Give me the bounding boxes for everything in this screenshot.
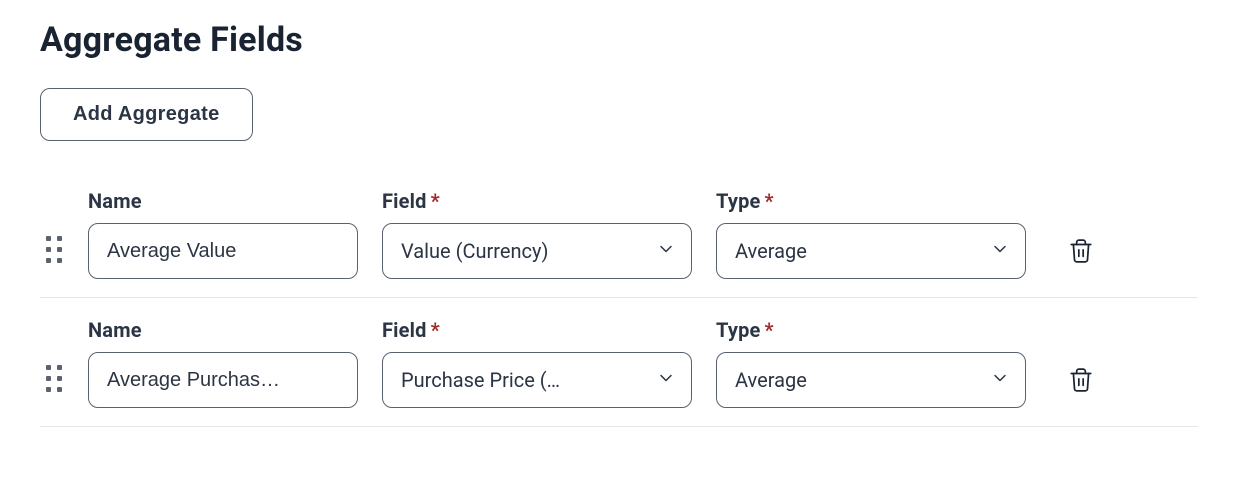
field-select[interactable]: Value (Currency) — [382, 223, 692, 279]
required-asterisk: * — [431, 189, 440, 213]
type-select[interactable]: Average — [716, 223, 1026, 279]
type-label: Type* — [716, 189, 1026, 213]
section-title: Aggregate Fields — [40, 20, 1198, 60]
delete-button[interactable] — [1068, 237, 1094, 265]
name-input[interactable] — [88, 352, 358, 408]
type-select-value: Average — [735, 368, 977, 392]
field-select-value: Value (Currency) — [401, 239, 643, 263]
aggregate-row: Name Field* Value (Currency) Type* Avera… — [40, 169, 1198, 298]
field-field-group: Field* Value (Currency) — [382, 189, 692, 279]
delete-button[interactable] — [1068, 366, 1094, 394]
required-asterisk: * — [765, 318, 774, 342]
type-select[interactable]: Average — [716, 352, 1026, 408]
name-input[interactable] — [88, 223, 358, 279]
type-select-value: Average — [735, 239, 977, 263]
type-field-group: Type* Average — [716, 318, 1026, 408]
drag-handle-icon[interactable] — [40, 362, 64, 394]
field-label: Field* — [382, 318, 692, 342]
required-asterisk: * — [431, 318, 440, 342]
type-label: Type* — [716, 318, 1026, 342]
trash-icon — [1068, 366, 1094, 394]
name-label: Name — [88, 189, 358, 213]
drag-handle-icon[interactable] — [40, 233, 64, 265]
field-field-group: Field* Purchase Price (… — [382, 318, 692, 408]
name-field-group: Name — [88, 189, 358, 279]
type-field-group: Type* Average — [716, 189, 1026, 279]
add-aggregate-button[interactable]: Add Aggregate — [40, 88, 253, 141]
name-label: Name — [88, 318, 358, 342]
field-label: Field* — [382, 189, 692, 213]
field-select-value: Purchase Price (… — [401, 368, 643, 392]
name-field-group: Name — [88, 318, 358, 408]
required-asterisk: * — [765, 189, 774, 213]
aggregate-row: Name Field* Purchase Price (… Type* Aver… — [40, 298, 1198, 427]
field-select[interactable]: Purchase Price (… — [382, 352, 692, 408]
trash-icon — [1068, 237, 1094, 265]
